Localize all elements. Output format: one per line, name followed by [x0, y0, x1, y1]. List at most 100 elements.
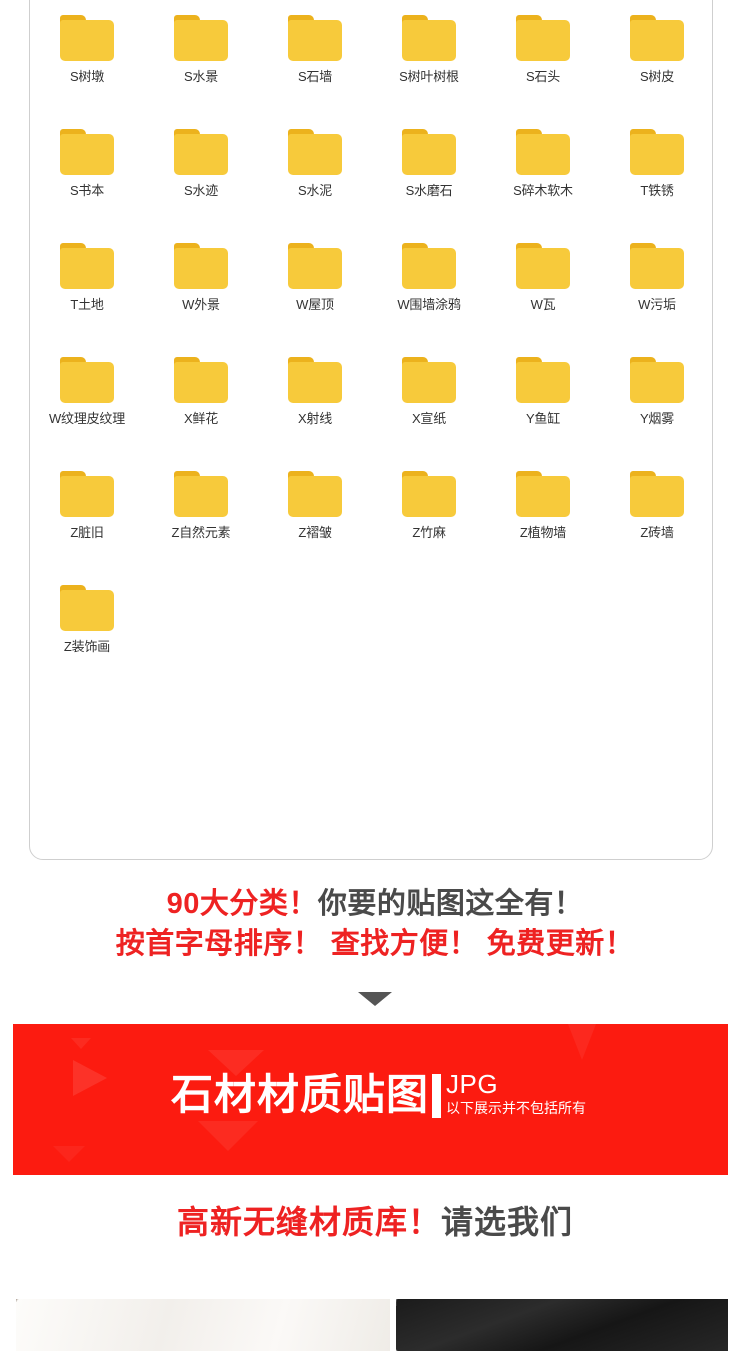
folder-icon	[288, 357, 342, 403]
folder-label: Z砖墙	[640, 525, 674, 540]
folder-icon	[288, 243, 342, 289]
chevron-down-icon	[0, 992, 750, 1006]
folder-label: T铁锈	[640, 183, 674, 198]
folder-label: S书本	[69, 183, 105, 198]
folder-icon	[516, 129, 570, 175]
folder-item[interactable]: S书本	[30, 119, 144, 233]
folder-body	[630, 134, 684, 175]
folder-body	[60, 476, 114, 517]
folder-item[interactable]: S石墙	[258, 5, 372, 119]
headline-2-gray: 请选我们	[441, 1204, 574, 1240]
folder-item[interactable]: S水泥	[258, 119, 372, 233]
folder-icon	[516, 243, 570, 289]
folder-body	[174, 362, 228, 403]
folder-item[interactable]: Z自然元素	[144, 461, 258, 575]
folder-item[interactable]: Z脏旧	[30, 461, 144, 575]
headline-2-red: 高新无缝材质库！	[176, 1204, 441, 1240]
folder-item[interactable]: S树皮	[600, 5, 712, 119]
folder-item[interactable]: X射线	[258, 347, 372, 461]
folder-icon	[288, 129, 342, 175]
folder-item[interactable]: S树叶树根	[372, 5, 486, 119]
folder-item[interactable]: T土地	[30, 233, 144, 347]
folder-body	[288, 362, 342, 403]
folder-item[interactable]: X鲜花	[144, 347, 258, 461]
folder-label: W瓦	[530, 297, 556, 312]
folder-item[interactable]: S水磨石	[372, 119, 486, 233]
folder-icon	[288, 15, 342, 61]
folder-item[interactable]: S水迹	[144, 119, 258, 233]
folder-body	[288, 476, 342, 517]
folder-body	[402, 248, 456, 289]
folder-body	[630, 248, 684, 289]
folder-label: S水景	[183, 69, 219, 84]
folder-item[interactable]: W污垢	[600, 233, 712, 347]
folder-body	[516, 248, 570, 289]
folder-label: T土地	[70, 297, 104, 312]
folder-item[interactable]: S石头	[486, 5, 600, 119]
headline-line-1-red: 90大分类！	[166, 888, 318, 920]
folder-label: Z自然元素	[171, 525, 231, 540]
folder-item[interactable]: W围墙涂鸦	[372, 233, 486, 347]
folder-label: S石头	[525, 69, 561, 84]
folder-item[interactable]: S碎木软木	[486, 119, 600, 233]
folder-label: S树叶树根	[399, 69, 459, 84]
folder-body	[288, 134, 342, 175]
folder-icon	[516, 357, 570, 403]
banner-content: 石材材质贴图 JPG 以下展示并不包括所有	[171, 1069, 586, 1118]
folder-item[interactable]: Z装饰画	[30, 575, 144, 689]
folder-item[interactable]: W纹理皮纹理	[30, 347, 144, 461]
folder-label: S树墩	[69, 69, 105, 84]
triangle-decor-icon	[73, 1060, 107, 1096]
folder-icon	[516, 15, 570, 61]
folder-item[interactable]: S水景	[144, 5, 258, 119]
folder-body	[630, 476, 684, 517]
folder-item[interactable]: Z褶皱	[258, 461, 372, 575]
folder-icon	[630, 357, 684, 403]
folder-body	[630, 362, 684, 403]
folder-label: S碎木软木	[513, 183, 573, 198]
folder-icon	[402, 15, 456, 61]
folder-item[interactable]: Z植物墙	[486, 461, 600, 575]
folder-label: W纹理皮纹理	[48, 411, 126, 426]
folder-body	[516, 134, 570, 175]
folder-label: Y烟雾	[639, 411, 675, 426]
folder-item[interactable]: S树墩	[30, 5, 144, 119]
banner-format-label: JPG	[446, 1069, 499, 1099]
headline-line-1-gray: 你要的贴图这全有！	[317, 888, 584, 920]
folder-icon	[516, 471, 570, 517]
folder-icon	[630, 471, 684, 517]
folder-icon	[60, 243, 114, 289]
black-marble-texture[interactable]	[396, 1299, 728, 1351]
folder-icon	[630, 129, 684, 175]
folder-item[interactable]: X宣纸	[372, 347, 486, 461]
folder-icon	[630, 243, 684, 289]
folder-item[interactable]: W瓦	[486, 233, 600, 347]
folder-label: W围墙涂鸦	[397, 297, 461, 312]
folder-item[interactable]: T铁锈	[600, 119, 712, 233]
folder-item[interactable]: W屋顶	[258, 233, 372, 347]
folder-item[interactable]: Z竹麻	[372, 461, 486, 575]
folder-label: Z竹麻	[412, 525, 446, 540]
product-detail-page: N泥灰P盘子P皮革R人造的S石材(地砖)S塑料橡胶S树墩S水景S石墙S树叶树根S…	[0, 0, 750, 1351]
folder-icon	[402, 129, 456, 175]
folder-icon	[402, 243, 456, 289]
folder-item[interactable]: Y鱼缸	[486, 347, 600, 461]
folder-body	[288, 20, 342, 61]
folder-item[interactable]: Z砖墙	[600, 461, 712, 575]
triangle-decor-icon	[198, 1121, 258, 1151]
folder-label: Z褶皱	[298, 525, 332, 540]
section-banner: 石材材质贴图 JPG 以下展示并不包括所有	[13, 1024, 728, 1175]
folder-icon	[60, 471, 114, 517]
folder-body	[174, 476, 228, 517]
folder-icon	[60, 357, 114, 403]
folder-item[interactable]: W外景	[144, 233, 258, 347]
folder-label: W屋顶	[296, 297, 334, 312]
folder-label: S水迹	[183, 183, 219, 198]
folder-icon	[60, 15, 114, 61]
headline-line-1: 90大分类！你要的贴图这全有！	[0, 884, 750, 924]
promo-headline-2: 高新无缝材质库！请选我们	[0, 1200, 750, 1244]
folder-item[interactable]: Y烟雾	[600, 347, 712, 461]
folder-body	[516, 20, 570, 61]
folder-body	[288, 248, 342, 289]
white-marble-texture[interactable]	[16, 1299, 390, 1351]
